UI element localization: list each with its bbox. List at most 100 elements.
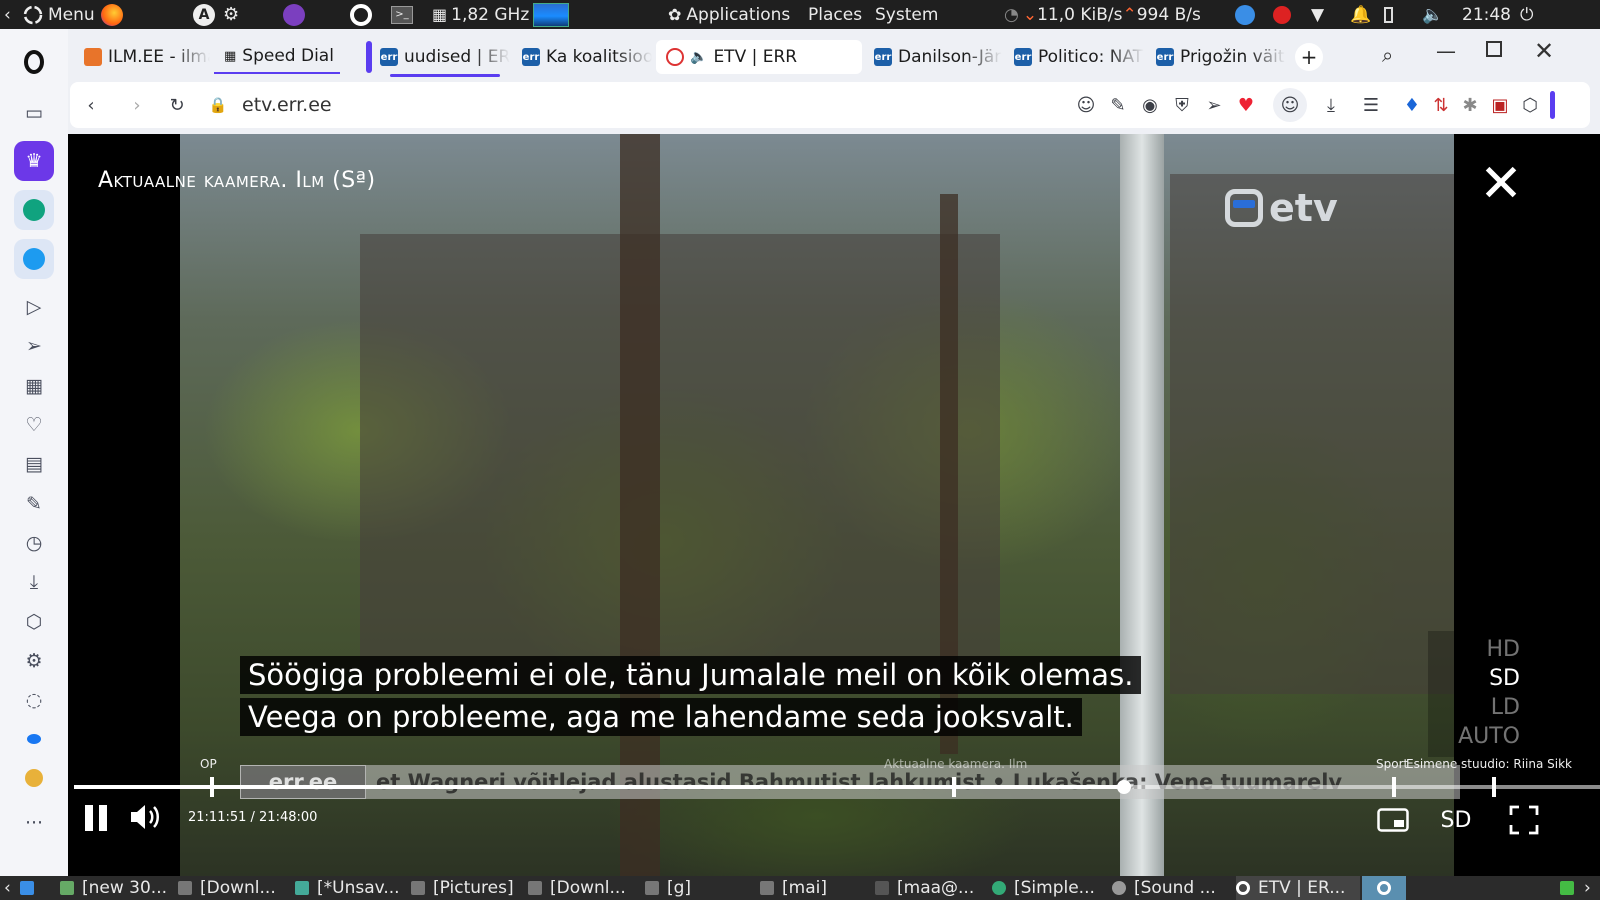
sidebar-wallet[interactable] (14, 758, 54, 798)
volume-button[interactable] (128, 800, 162, 834)
sidebar-more[interactable]: ··· (14, 803, 54, 843)
taskbar-scroll-left[interactable]: ‹ (4, 876, 18, 900)
opera-logo-button[interactable] (14, 42, 54, 82)
fullscreen-button[interactable] (1508, 804, 1540, 836)
new-tab-button[interactable]: + (1295, 43, 1323, 71)
tab-search-button[interactable]: ⌕ (1382, 43, 1393, 67)
sidebar-tips[interactable]: ◌ (14, 680, 54, 720)
picture-in-picture-button[interactable] (1376, 806, 1410, 834)
taskbar-scroll-right[interactable]: › (1584, 876, 1598, 900)
menu-button[interactable]: Menu (22, 0, 95, 29)
netspeed-applet[interactable]: ◔ ⌄ 11,0 KiB/s ⌃ 994 B/s (1004, 0, 1201, 29)
extension-translate[interactable]: ⇅ (1429, 82, 1453, 128)
applications-menu[interactable]: ✿ Applications (668, 0, 790, 29)
quality-button[interactable]: SD (1436, 806, 1476, 834)
profile-button[interactable]: ☺ (1273, 88, 1307, 122)
taskbar-item[interactable]: [*Unsav... (295, 876, 403, 900)
quality-option[interactable]: LD (1428, 693, 1520, 722)
downloads-button[interactable]: ⤓ (1318, 82, 1344, 128)
video-player[interactable]: Aktuaalne kaamera. Ilm (Sª) etv ✕ Söögig… (68, 134, 1600, 876)
extension-clipboard[interactable]: ▣ (1488, 82, 1512, 128)
seek-handle[interactable] (1116, 780, 1131, 794)
taskbar-item[interactable]: [g] (645, 876, 745, 900)
show-desktop-button[interactable] (20, 876, 42, 900)
minimize-button[interactable]: — (1436, 39, 1456, 63)
sidebar-settings[interactable]: ⚙ (14, 641, 54, 681)
quality-option[interactable]: HD (1428, 635, 1520, 664)
camera-button[interactable]: ◉ (1137, 82, 1163, 128)
trash-button[interactable] (1560, 876, 1580, 900)
extension-puzzle[interactable]: ✱ (1458, 82, 1482, 128)
sidebar-reading-list[interactable]: ▭ (14, 93, 54, 133)
adblock-button[interactable]: ⛨ (1169, 82, 1195, 128)
taskbar-item[interactable]: [new 30... (60, 876, 170, 900)
extension-vpn[interactable]: ♦ (1400, 82, 1424, 128)
pause-button[interactable] (80, 800, 112, 836)
snapshot-button[interactable]: ✎ (1105, 82, 1131, 128)
clock[interactable]: 21:48 (1462, 0, 1511, 29)
accessibility-launcher[interactable]: A (193, 0, 215, 29)
terminal-launcher[interactable]: >_ (391, 0, 413, 29)
forward-button[interactable]: › (124, 82, 150, 128)
emoji-button[interactable]: ☺ (1073, 82, 1099, 128)
shutdown-button[interactable]: ⏻ (1520, 0, 1533, 29)
lock-icon[interactable]: 🔒 (208, 82, 228, 128)
sidebar-chatgpt[interactable] (14, 190, 54, 230)
seek-bar[interactable] (74, 777, 1600, 797)
tab-danilson[interactable]: err Danilson-Järg (864, 40, 1002, 74)
record-tray[interactable] (1273, 0, 1291, 29)
taskbar-item[interactable]: [Pictures] (411, 876, 521, 900)
taskbar-item[interactable]: [Downl... (528, 876, 636, 900)
tab-politico[interactable]: err Politico: NATO (1004, 40, 1144, 74)
system-menu[interactable]: System (875, 0, 938, 29)
sidebar-history[interactable]: ◷ (14, 523, 54, 563)
places-menu[interactable]: Places (808, 0, 862, 29)
notifications-tray[interactable]: 🔔 (1350, 0, 1371, 29)
quality-option[interactable]: AUTO (1428, 722, 1520, 751)
tab-koalitsioon[interactable]: err Ka koalitsioon (512, 40, 652, 74)
taskbar-item[interactable]: [Simple... (992, 876, 1108, 900)
tab-speed-dial[interactable]: ▦ Speed Dial (214, 40, 340, 74)
maximize-button[interactable] (1486, 41, 1502, 57)
tab-prigozin[interactable]: err Prigožin väitis (1146, 40, 1286, 74)
workspace-switcher[interactable] (1362, 876, 1406, 900)
taskbar-item[interactable]: [Sound ... (1112, 876, 1230, 900)
close-player-button[interactable]: ✕ (1473, 156, 1529, 212)
taskbar-item[interactable]: [mai] (760, 876, 860, 900)
url-field[interactable]: etv.err.ee (242, 82, 332, 128)
wifi-tray[interactable]: ▼ (1311, 0, 1324, 29)
sidebar-bookmarks[interactable]: ♡ (14, 405, 54, 445)
send-to-flow-button[interactable]: ➢ (1201, 82, 1227, 128)
opera-launcher[interactable] (350, 0, 372, 29)
tor-launcher[interactable] (283, 0, 305, 29)
sidebar-extensions[interactable]: ⬡ (14, 602, 54, 642)
screenshot-tray[interactable] (1235, 0, 1255, 29)
settings-launcher[interactable]: ⚙ (223, 0, 239, 29)
tab-etv[interactable]: 🔈 ETV | ERR (656, 40, 862, 74)
close-window-button[interactable]: ✕ (1534, 37, 1554, 65)
cpu-freq-applet[interactable]: ▦ 1,82 GHz (432, 0, 529, 29)
sidebar-send[interactable]: ➢ (14, 326, 54, 366)
taskbar-item[interactable]: [Downl... (178, 876, 286, 900)
sidebar-player[interactable]: ▷ (14, 287, 54, 327)
sidebar-twitter[interactable] (14, 239, 54, 279)
easy-setup-button[interactable]: ☰ (1358, 82, 1384, 128)
tab-uudised[interactable]: err uudised | ERR (370, 40, 510, 74)
back-button[interactable]: ‹ (78, 82, 104, 128)
sidebar-aria[interactable]: ♛ (14, 141, 54, 181)
panel-back-arrow[interactable]: ‹ (4, 0, 11, 29)
sidebar-snapshot[interactable]: ✎ (14, 484, 54, 524)
battery-tray[interactable] (1384, 0, 1393, 29)
taskbar-item-active[interactable]: ETV | ER... (1236, 876, 1360, 900)
bookmark-heart-button[interactable]: ♥ (1233, 82, 1259, 128)
volume-tray[interactable]: 🔈 (1422, 0, 1443, 29)
taskbar-item[interactable]: [maa@... (875, 876, 983, 900)
sidebar-messenger[interactable] (14, 719, 54, 759)
tab-ilm[interactable]: ILM.EE - ilma (74, 40, 210, 74)
reload-button[interactable]: ↻ (164, 82, 190, 128)
sidebar-speed-dial[interactable]: ▦ (14, 366, 54, 406)
firefox-launcher[interactable] (101, 0, 123, 29)
sidebar-downloads[interactable]: ⤓ (14, 562, 54, 602)
extensions-button[interactable]: ⬡ (1518, 82, 1542, 128)
quality-option-selected[interactable]: SD (1428, 664, 1520, 693)
